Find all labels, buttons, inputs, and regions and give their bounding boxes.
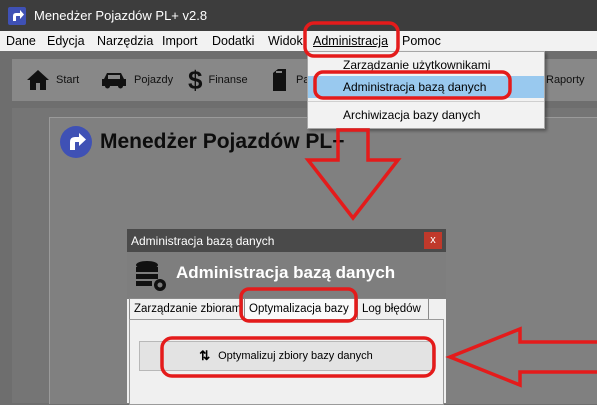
toolbar-start-button[interactable]: Start: [26, 59, 79, 101]
toolbar-pojazdy-button[interactable]: Pojazdy: [100, 59, 173, 101]
car-icon: [102, 73, 126, 89]
menu-item-label: Administracja bazą danych: [343, 80, 487, 94]
optimize-button-label: Optymalizuj zbiory bazy danych: [218, 350, 373, 362]
brand-title: Menedżer Pojazdów PL+: [100, 130, 345, 153]
dialog-header: Administracja bazą danych: [127, 252, 446, 299]
dialog-close-button[interactable]: x: [424, 232, 442, 249]
tab-zarzadzanie-zbiorami[interactable]: Zarządzanie zbiorami: [129, 298, 243, 320]
optimize-database-button[interactable]: ⇅ Optymalizuj zbiory bazy danych: [139, 341, 433, 371]
toolbar-raporty-button[interactable]: Raporty: [540, 59, 585, 101]
administracja-dropdown: Zarządzanie użytkownikami Administracja …: [307, 51, 545, 129]
toolbar-finanse-button[interactable]: $ Finanse: [188, 59, 248, 101]
menu-separator: [308, 101, 544, 102]
refresh-icon: ⇅: [199, 348, 211, 363]
menu-dodatki[interactable]: Dodatki: [212, 34, 254, 48]
dialog-titlebar: Administracja bazą danych x: [127, 229, 446, 252]
menu-item-archiwizacja-bazy-danych[interactable]: Archiwizacja bazy danych: [308, 104, 544, 126]
app-arrow-icon: [8, 7, 26, 25]
dialog-heading: Administracja bazą danych: [176, 263, 396, 282]
database-admin-dialog: Administracja bazą danych x Administracj…: [127, 229, 446, 405]
menu-item-zarzadzanie-uzytkownikami[interactable]: Zarządzanie użytkownikami: [308, 54, 544, 76]
dialog-title: Administracja bazą danych: [131, 234, 275, 248]
brand-arrow-icon: [60, 126, 92, 158]
menu-item-label: Archiwizacja bazy danych: [343, 108, 481, 122]
toolbar-raporty-label: Raporty: [546, 74, 585, 86]
toolbar-finanse-label: Finanse: [208, 74, 248, 86]
menu-dane[interactable]: Dane: [6, 34, 36, 48]
menu-item-label: Zarządzanie użytkownikami: [343, 58, 491, 72]
menu-narzedzia[interactable]: Narzędzia: [97, 34, 153, 48]
tab-log-bledow[interactable]: Log błędów: [357, 298, 429, 320]
home-icon: [27, 70, 49, 90]
dollar-icon: $: [188, 65, 203, 95]
database-gear-icon: [136, 261, 166, 291]
toolbar-start-label: Start: [56, 74, 80, 86]
menu-pomoc[interactable]: Pomoc: [402, 34, 441, 48]
menu-administracja[interactable]: Administracja: [313, 34, 388, 48]
menubar: Dane Edycja Narzędzia Import Dodatki Wid…: [0, 31, 597, 51]
window-title: Menedżer Pojazdów PL+ v2.8: [34, 8, 208, 23]
menu-edycja[interactable]: Edycja: [47, 34, 85, 48]
menu-import[interactable]: Import: [162, 34, 197, 48]
menu-widok[interactable]: Widok: [268, 34, 303, 48]
menu-item-administracja-baza-danych[interactable]: Administracja bazą danych: [308, 76, 544, 98]
toolbar-paliwo-button[interactable]: Pa: [270, 59, 309, 101]
toolbar-pojazdy-label: Pojazdy: [134, 74, 174, 86]
fuel-can-icon: [273, 69, 286, 91]
tab-optymalizacja-bazy[interactable]: Optymalizacja bazy: [244, 298, 366, 320]
window-titlebar: Menedżer Pojazdów PL+ v2.8: [0, 0, 597, 31]
